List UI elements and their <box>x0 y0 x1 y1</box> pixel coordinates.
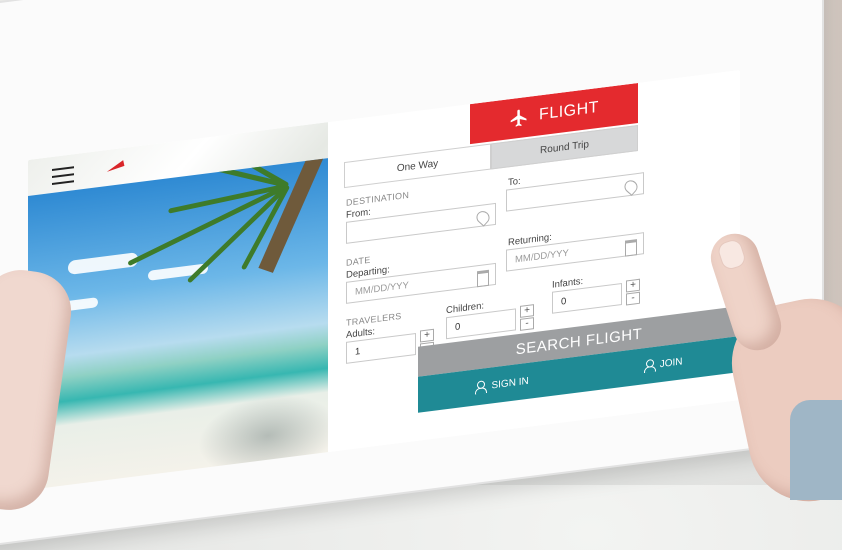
thumbnail <box>715 237 748 272</box>
map-pin-icon <box>621 177 641 196</box>
to-input[interactable] <box>506 172 644 212</box>
departing-placeholder: MM/DD/YYY <box>355 279 409 298</box>
children-stepper: + - <box>520 304 534 331</box>
children-decrement-button[interactable]: - <box>520 317 534 331</box>
adults-value: 1 <box>355 345 361 358</box>
sleeve <box>790 400 842 500</box>
airplane-icon <box>510 109 527 127</box>
to-label: To: <box>508 175 521 189</box>
airline-logo <box>105 160 125 172</box>
tab-one-way[interactable]: One Way <box>344 143 491 189</box>
infants-value: 0 <box>561 295 567 308</box>
map-pin-icon <box>473 208 493 227</box>
infants-decrement-button[interactable]: - <box>626 291 640 306</box>
user-icon <box>475 380 485 393</box>
user-icon <box>644 359 654 372</box>
sign-in-label: SIGN IN <box>491 375 529 391</box>
sign-in-link[interactable]: SIGN IN <box>475 375 528 394</box>
adults-increment-button[interactable]: + <box>420 328 434 343</box>
children-increment-button[interactable]: + <box>520 304 534 318</box>
booking-panel: FLIGHT One Way Round Trip DESTINATION Fr… <box>328 70 740 459</box>
join-link[interactable]: JOIN <box>644 355 683 372</box>
join-label: JOIN <box>659 355 683 370</box>
calendar-icon <box>625 239 637 257</box>
menu-icon[interactable] <box>52 166 74 185</box>
infants-stepper: + - <box>626 278 640 306</box>
date-section-label: DATE <box>346 254 371 268</box>
calendar-icon <box>477 269 489 288</box>
destination-section-label: DESTINATION <box>346 189 410 208</box>
infants-increment-button[interactable]: + <box>626 278 640 293</box>
tab-flight-label: FLIGHT <box>539 98 599 124</box>
children-value: 0 <box>455 320 461 333</box>
beach-photo <box>28 158 328 491</box>
returning-placeholder: MM/DD/YYY <box>515 247 569 265</box>
